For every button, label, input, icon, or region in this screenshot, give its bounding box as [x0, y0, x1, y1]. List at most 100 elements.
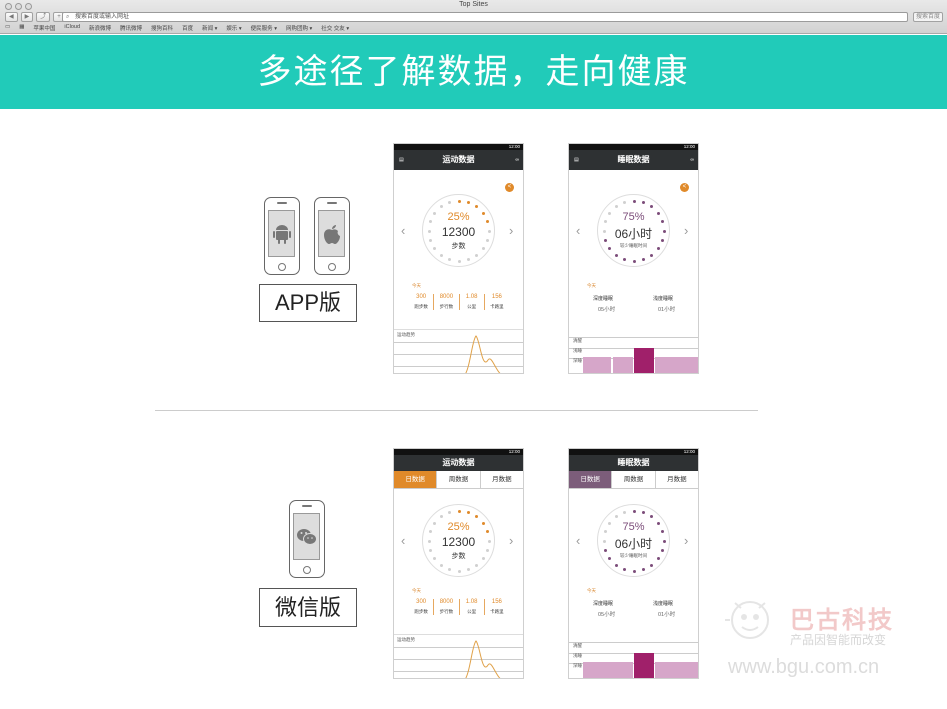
tab-day[interactable]: 日数据	[394, 471, 438, 488]
chevron-left-icon[interactable]: ‹	[576, 223, 580, 238]
trend-chart: 运动趋势	[394, 329, 523, 373]
chevron-left-icon[interactable]: ‹	[576, 533, 580, 548]
chevron-left-icon[interactable]: ‹	[401, 533, 405, 548]
bookmark-item[interactable]: 网购团购 ▾	[286, 24, 312, 32]
bookmark-item[interactable]: 苹果中国	[33, 24, 55, 32]
level-label: 深睡	[573, 358, 582, 363]
sync-icon[interactable]: ∞	[515, 150, 519, 170]
bookmark-item[interactable]: 腾讯微博	[120, 24, 142, 32]
light-sleep-value: 01小时	[658, 612, 676, 618]
trend-line	[465, 335, 501, 373]
ring-dot	[457, 569, 461, 573]
bookmark-item[interactable]: 便民服务 ▾	[251, 24, 277, 32]
banner-title: 多途径了解数据，走向健康	[257, 53, 690, 91]
stat-key: 卡路里	[490, 304, 504, 309]
share-icon[interactable]: ⤴	[36, 12, 51, 22]
url-watermark: www.bgu.com.cn	[728, 656, 880, 678]
tab-week[interactable]: 周数据	[612, 471, 656, 488]
chevron-right-icon[interactable]: ›	[684, 533, 688, 548]
search-button[interactable]: 搜索百度	[913, 12, 943, 22]
profile-icon[interactable]: ▤	[399, 150, 404, 170]
ring-dot	[487, 539, 491, 543]
ring-dot	[475, 253, 479, 257]
sync-icon[interactable]: ∞	[690, 150, 694, 170]
stat-key: 跑步数	[414, 609, 428, 614]
top-sites-icon[interactable]: ▦	[19, 24, 24, 32]
screen-header: ▤ 运动数据 ∞	[394, 150, 523, 170]
hero-banner: 多途径了解数据，走向健康	[0, 35, 947, 109]
wechat-icon	[296, 528, 317, 545]
ring-dot	[475, 563, 479, 567]
level-label: 清醒	[573, 338, 582, 343]
chevron-right-icon[interactable]: ›	[509, 533, 513, 548]
bookmark-item[interactable]: 社交 交友 ▾	[321, 24, 349, 32]
ring-dot	[481, 521, 485, 525]
chevron-right-icon[interactable]: ›	[509, 223, 513, 238]
ring-dot	[466, 568, 470, 572]
sleep-bar	[583, 662, 633, 678]
mascot-watermark-icon	[724, 595, 795, 650]
address-field[interactable]: ⌕ 搜索百度或输入网址	[62, 12, 908, 22]
share-icon[interactable]: <	[680, 183, 689, 192]
ring-dot	[623, 510, 627, 514]
stat-key: 步行数	[439, 304, 454, 309]
stats-row: 300 跑步数 8000 步行数 1.08 公里 156 卡路里	[409, 294, 509, 310]
stat-value: 8000	[439, 294, 454, 300]
app-version-label: APP版	[259, 284, 357, 322]
deep-sleep-value: 05小时	[598, 307, 616, 313]
ring-dot	[614, 253, 618, 257]
ring-dot	[457, 259, 461, 263]
wechat-sport-screen: 12:00 运动数据 日数据 周数据 月数据 ‹ › 25% 12300 步数 …	[393, 448, 524, 679]
forward-button[interactable]: ▶	[20, 12, 34, 22]
tab-week[interactable]: 周数据	[437, 471, 481, 488]
ring-dot	[608, 557, 612, 561]
stat-value: 8000	[439, 599, 454, 605]
ring-dot	[662, 539, 666, 543]
window-title: Top Sites	[459, 1, 488, 8]
progress-ring: 25% 12300 步数	[422, 504, 495, 577]
iphone-icon	[314, 197, 350, 275]
bookmark-item[interactable]: iCloud	[64, 24, 80, 32]
ring-dot	[448, 258, 452, 262]
back-button[interactable]: ◀	[5, 12, 18, 22]
tab-day[interactable]: 日数据	[569, 471, 613, 488]
sleep-hours: 06小时	[614, 227, 653, 241]
level-label: 深睡	[573, 663, 582, 668]
tab-month[interactable]: 月数据	[656, 471, 698, 488]
bookmark-item[interactable]: 新浪微博	[89, 24, 111, 32]
bookmark-item[interactable]: 新闻 ▾	[202, 24, 217, 32]
step-count: 12300	[441, 225, 476, 239]
bookmark-item[interactable]: 百度	[182, 24, 193, 32]
reading-list-icon[interactable]: ▭	[5, 24, 10, 32]
ring-dot	[481, 211, 485, 215]
level-label: 清醒	[573, 643, 582, 648]
profile-icon[interactable]: ▤	[574, 150, 579, 170]
wechat-phone-icon	[289, 500, 325, 578]
trend-chart: 运动趋势	[394, 634, 523, 678]
ring-dot	[603, 238, 607, 242]
ring-dot	[427, 539, 431, 543]
stat-value: 300	[416, 599, 427, 605]
chevron-left-icon[interactable]: ‹	[401, 223, 405, 238]
sleep-bar	[613, 357, 633, 373]
tab-month[interactable]: 月数据	[481, 471, 523, 488]
period-tabs: 日数据 周数据 月数据	[569, 471, 698, 489]
ring-dot	[661, 238, 665, 242]
ring-dot	[656, 211, 660, 215]
bookmark-item[interactable]: 搜狗百科	[151, 24, 173, 32]
ring-dot	[439, 563, 443, 567]
share-icon[interactable]: <	[505, 183, 514, 192]
app-sleep-screen: 12:00 ▤ 睡眠数据 ∞ < ‹ › 75% 06小时 较少睡眠时间 今天 …	[568, 143, 699, 374]
today-label: 今天	[412, 588, 421, 593]
chevron-right-icon[interactable]: ›	[684, 223, 688, 238]
ring-dot	[650, 563, 654, 567]
bookmark-item[interactable]: 娱乐 ▾	[226, 24, 241, 32]
ring-dot	[614, 515, 618, 519]
stats-row: 300 跑步数 8000 步行数 1.08 公里 156 卡路里	[409, 599, 509, 615]
stat-key: 公里	[467, 304, 477, 309]
ring-dot	[602, 539, 606, 543]
slogan-watermark: 产品因智能而改变	[790, 633, 887, 647]
screen-title: 睡眠数据	[617, 458, 650, 467]
ring-dot	[623, 200, 627, 204]
progress-ring: 25% 12300 步数	[422, 194, 495, 267]
